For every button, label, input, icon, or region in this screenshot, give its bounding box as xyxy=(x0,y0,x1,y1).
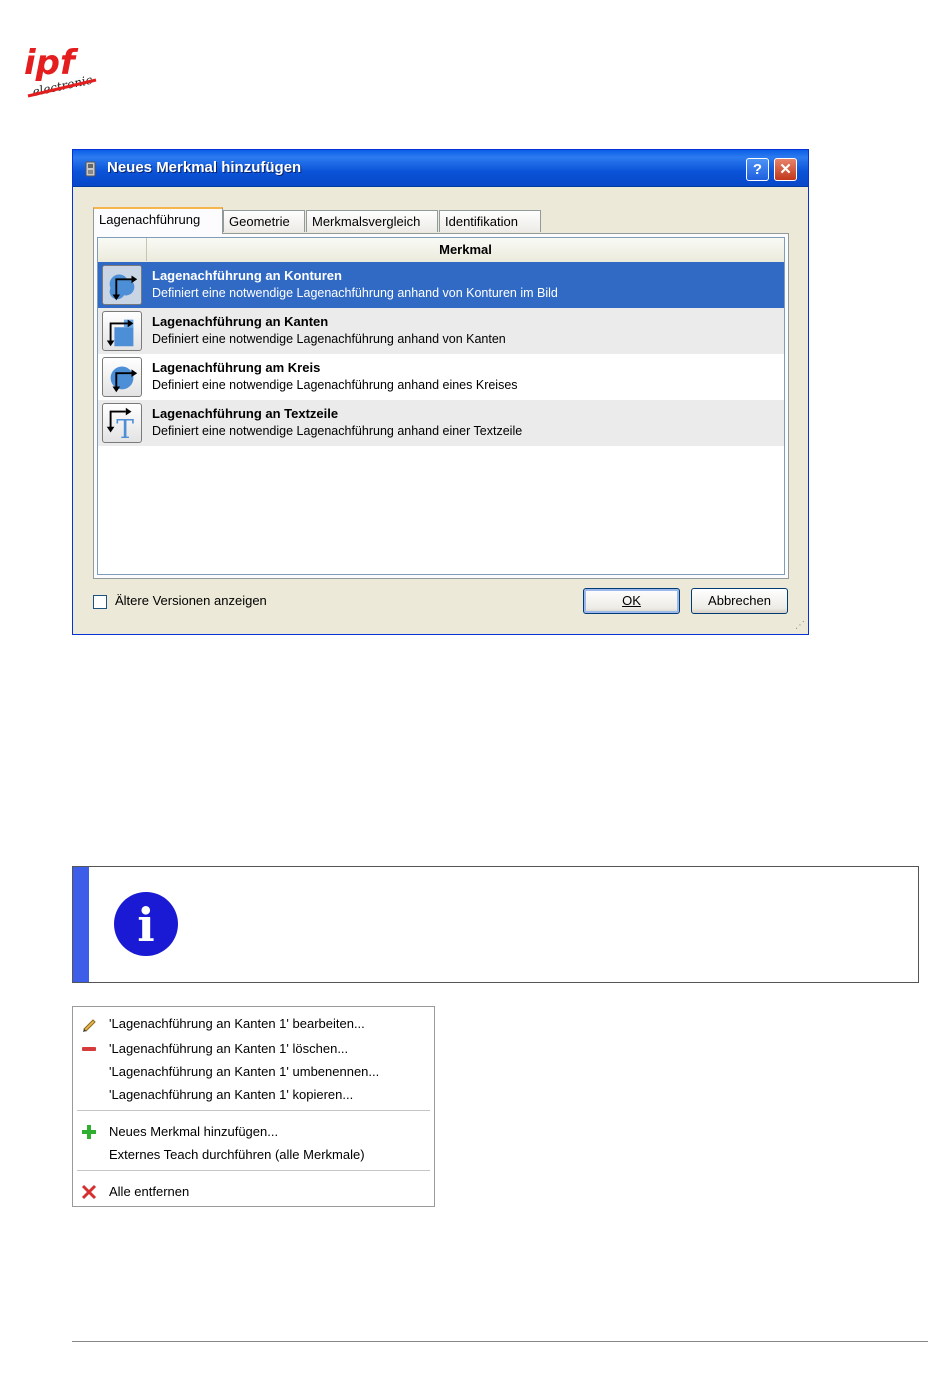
close-button[interactable]: ✕ xyxy=(774,158,797,181)
item-name: Lagenachführung am Kreis xyxy=(152,360,321,375)
older-versions-checkbox[interactable] xyxy=(93,595,107,609)
tab-geometrie[interactable]: Geometrie xyxy=(223,210,305,232)
ipf-logo: ipf electronic xyxy=(24,43,97,99)
item-name: Lagenachführung an Konturen xyxy=(152,268,342,283)
item-description: Definiert eine notwendige Lagenachführun… xyxy=(152,332,506,346)
menu-item-label: 'Lagenachführung an Kanten 1' löschen... xyxy=(109,1041,349,1056)
help-button[interactable]: ? xyxy=(746,158,769,181)
item-description: Definiert eine notwendige Lagenachführun… xyxy=(152,424,523,438)
menu-item-delete[interactable]: 'Lagenachführung an Kanten 1' löschen... xyxy=(73,1038,434,1060)
circle-tracking-icon xyxy=(102,357,142,397)
menu-item-label: Alle entfernen xyxy=(109,1184,190,1199)
info-icon: i xyxy=(114,892,178,956)
ok-button[interactable]: OK xyxy=(583,588,680,614)
menu-item-remove-all[interactable]: Alle entfernen xyxy=(73,1181,434,1203)
menu-item-label: Neues Merkmal hinzufügen... xyxy=(109,1124,279,1139)
item-name: Lagenachführung an Kanten xyxy=(152,314,329,329)
tab-lagenachfuehrung[interactable]: Lagenachführung xyxy=(93,207,223,234)
tab-panel: Merkmal Lagenachführung an Konturen Defi… xyxy=(93,233,789,579)
tab-identifikation[interactable]: Identifikation xyxy=(439,210,541,232)
contour-tracking-icon xyxy=(102,265,142,305)
item-description: Definiert eine notwendige Lagenachführun… xyxy=(152,378,518,392)
older-versions-label[interactable]: Ältere Versionen anzeigen xyxy=(115,593,267,608)
list-item[interactable]: Lagenachführung an Konturen Definiert ei… xyxy=(98,262,784,308)
item-name: Lagenachführung an Textzeile xyxy=(152,406,339,421)
minus-icon xyxy=(82,1047,96,1051)
pencil-icon xyxy=(83,1019,96,1032)
info-box: i xyxy=(72,866,919,983)
list-header: Merkmal xyxy=(98,238,784,263)
merkmal-column-header[interactable]: Merkmal xyxy=(147,238,784,261)
menu-item-copy[interactable]: 'Lagenachführung an Kanten 1' kopieren..… xyxy=(73,1084,434,1106)
list-item[interactable]: Lagenachführung am Kreis Definiert eine … xyxy=(98,354,784,400)
textline-tracking-icon: T xyxy=(102,403,142,443)
info-stripe xyxy=(73,867,89,982)
menu-item-label: 'Lagenachführung an Kanten 1' kopieren..… xyxy=(109,1087,354,1102)
menu-item-label: 'Lagenachführung an Kanten 1' bearbeiten… xyxy=(109,1016,365,1031)
title-bar[interactable]: Neues Merkmal hinzufügen ? ✕ xyxy=(73,150,808,187)
footer-divider xyxy=(72,1341,928,1342)
menu-separator xyxy=(77,1170,430,1171)
edge-tracking-icon xyxy=(102,311,142,351)
menu-item-label: Externes Teach durchführen (alle Merkmal… xyxy=(109,1147,365,1162)
icon-column-header[interactable] xyxy=(98,238,147,261)
context-menu: 'Lagenachführung an Kanten 1' bearbeiten… xyxy=(72,1006,435,1207)
menu-item-edit[interactable]: 'Lagenachführung an Kanten 1' bearbeiten… xyxy=(73,1013,434,1035)
menu-item-add-feature[interactable]: Neues Merkmal hinzufügen... xyxy=(73,1121,434,1143)
svg-text:T: T xyxy=(116,414,134,443)
list-item[interactable]: Lagenachführung an Kanten Definiert eine… xyxy=(98,308,784,354)
app-icon xyxy=(85,161,96,177)
add-feature-dialog: Neues Merkmal hinzufügen ? ✕ Lagenachfüh… xyxy=(72,149,809,635)
feature-list[interactable]: Merkmal Lagenachführung an Konturen Defi… xyxy=(97,237,785,575)
menu-separator xyxy=(77,1110,430,1111)
info-glyph: i xyxy=(137,898,154,952)
list-item[interactable]: T Lagenachführung an Textzeile Definiert… xyxy=(98,400,784,446)
plus-icon xyxy=(82,1125,96,1139)
item-description: Definiert eine notwendige Lagenachführun… xyxy=(152,286,558,300)
dialog-title: Neues Merkmal hinzufügen xyxy=(107,159,302,176)
cancel-button[interactable]: Abbrechen xyxy=(691,588,788,614)
menu-item-external-teach[interactable]: Externes Teach durchführen (alle Merkmal… xyxy=(73,1144,434,1166)
resize-grip[interactable]: ⋰ xyxy=(795,620,805,631)
menu-item-label: 'Lagenachführung an Kanten 1' umbenennen… xyxy=(109,1064,380,1079)
tab-merkmalsvergleich[interactable]: Merkmalsvergleich xyxy=(306,210,438,232)
red-x-icon xyxy=(81,1184,97,1200)
menu-item-rename[interactable]: 'Lagenachführung an Kanten 1' umbenennen… xyxy=(73,1061,434,1083)
